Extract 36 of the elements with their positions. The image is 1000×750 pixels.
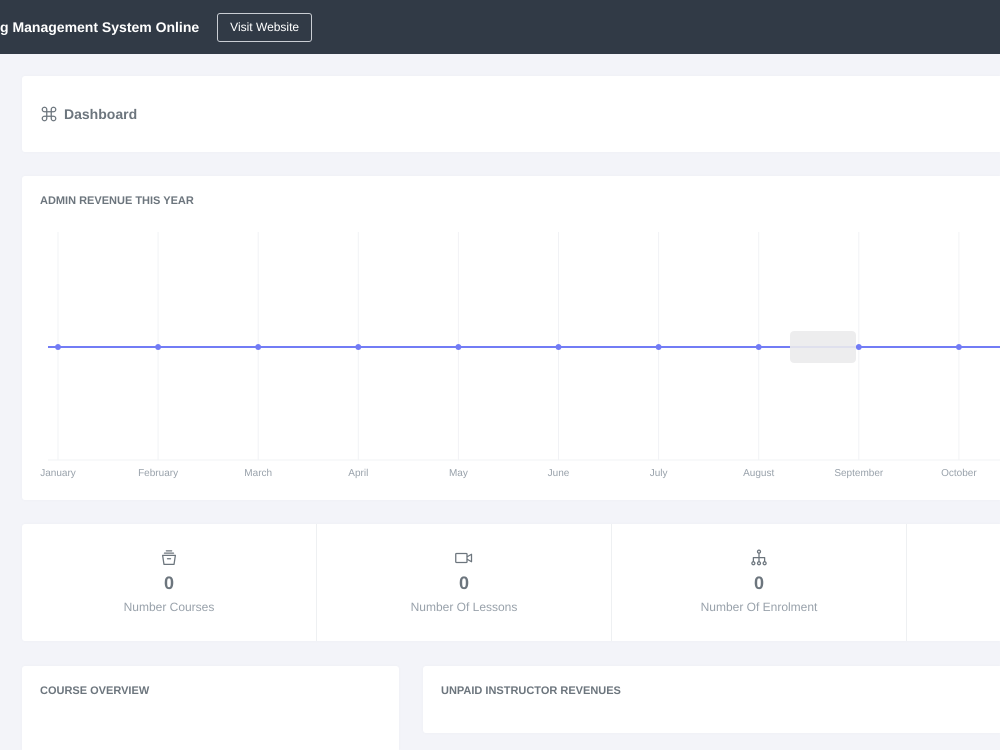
- data-point: [756, 344, 762, 350]
- command-icon: [40, 105, 58, 123]
- data-point: [956, 344, 962, 350]
- data-point: [556, 344, 562, 350]
- month-label: September: [834, 468, 884, 479]
- hierarchy-icon: [750, 549, 768, 567]
- month-label: March: [244, 468, 272, 479]
- basket-icon: [160, 549, 178, 567]
- data-point: [656, 344, 662, 350]
- month-label: October: [941, 468, 977, 479]
- stat-value: 0: [458, 572, 469, 594]
- app-title: g Management System Online: [0, 19, 200, 35]
- data-point: [155, 344, 162, 350]
- month-label: February: [138, 468, 178, 479]
- data-point: [856, 344, 862, 350]
- visit-website-button[interactable]: Visit Website: [217, 12, 312, 42]
- data-point: [355, 344, 362, 350]
- month-label: January: [40, 468, 76, 479]
- stat-label: Number Courses: [124, 600, 214, 614]
- stat-label: Number Of Enrolment: [700, 600, 818, 614]
- page-title: Dashboard: [64, 106, 138, 122]
- month-label: August: [743, 468, 774, 479]
- month-label: July: [650, 468, 668, 479]
- panel-title: COURSE OVERVIEW: [40, 684, 150, 698]
- data-point: [455, 344, 462, 350]
- stat-value: 0: [754, 572, 764, 594]
- month-label: June: [548, 468, 570, 479]
- month-label: May: [448, 468, 468, 479]
- stat-label: Number Of Lessons: [410, 600, 518, 614]
- panel-title: UNPAID INSTRUCTOR REVENUES: [441, 684, 622, 698]
- stat-value: 0: [164, 572, 174, 594]
- month-label: April: [348, 468, 368, 479]
- chart-tooltip: [790, 331, 856, 363]
- data-point: [55, 344, 61, 350]
- chart-title: ADMIN REVENUE THIS YEAR: [40, 194, 195, 208]
- data-point: [255, 344, 262, 350]
